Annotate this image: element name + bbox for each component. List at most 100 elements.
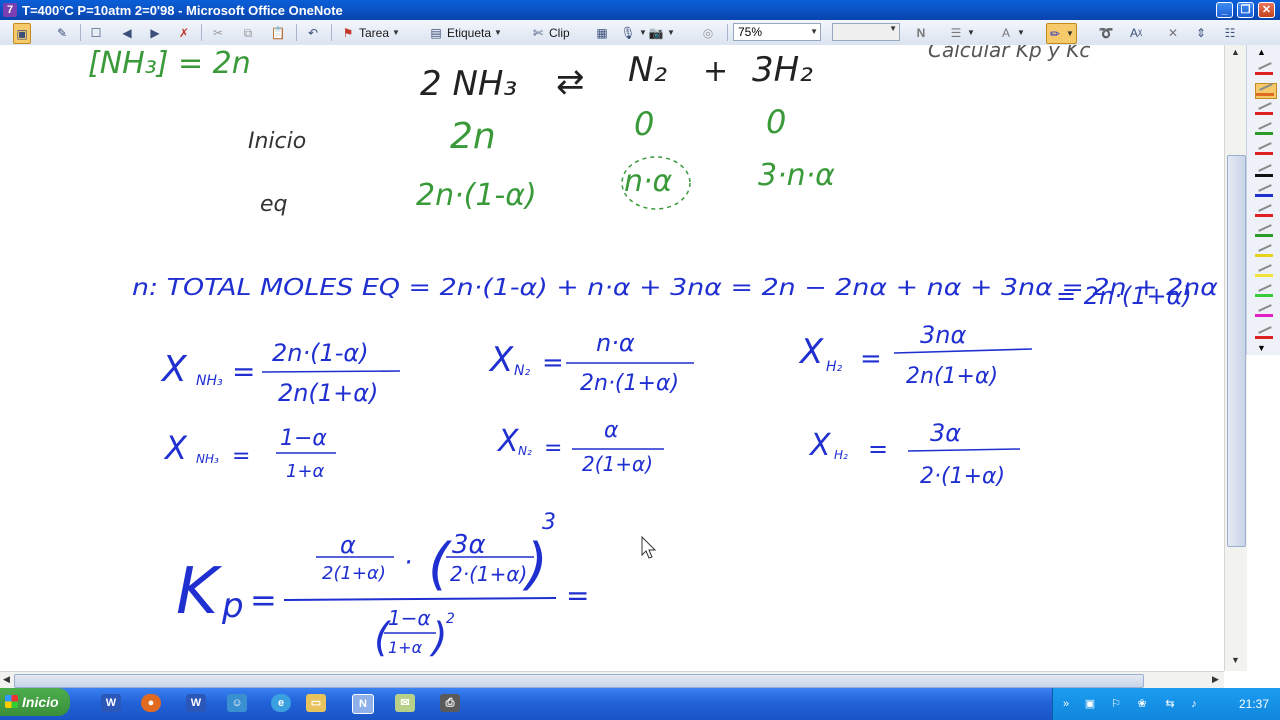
- standard-toolbar: ▣ ✎ ☐ ◀ ▶ ✗ ✂ ⧉ 📋 ↶ ⚑ Tarea ▼ ▤ Etiqueta ▼ ✄…: [0, 20, 1280, 46]
- horizontal-scrollbar[interactable]: ◀ ▶: [0, 671, 1224, 689]
- pen-red[interactable]: [1255, 142, 1275, 157]
- hw-kp-paren-close: ): [429, 615, 448, 661]
- font-select[interactable]: ▼: [832, 23, 900, 41]
- chat-icon[interactable]: ❀: [1135, 697, 1149, 711]
- camera-icon: 📷: [648, 25, 664, 40]
- label-button[interactable]: ▤ Etiqueta ▼: [428, 23, 502, 42]
- hw-kp-sub: p: [221, 586, 244, 626]
- pen-green[interactable]: [1255, 284, 1275, 299]
- pen-green[interactable]: [1255, 122, 1275, 137]
- connection-icon[interactable]: ⇆: [1163, 697, 1177, 711]
- hw-eq-h2: 3·n·α: [758, 158, 835, 193]
- bullets-button[interactable]: ☰ ▼: [948, 23, 975, 42]
- note-canvas[interactable]: [NH₃] = 2n Calcular Kp y Kc 2 NH₃ ⇄ N₂ +…: [0, 45, 1224, 671]
- minimize-icon[interactable]: _: [1216, 2, 1233, 18]
- messenger-icon[interactable]: ☺: [227, 694, 247, 712]
- system-tray: » ▣ ⚐ ❀ ⇆ ♪ 21:37: [1052, 688, 1280, 720]
- paste-button[interactable]: 📋: [270, 23, 286, 42]
- flag-tray-icon[interactable]: ⚐: [1109, 697, 1123, 711]
- pen-red[interactable]: [1255, 326, 1275, 341]
- insert-space-button[interactable]: ⇕: [1193, 23, 1209, 42]
- toolbar-separator: [727, 24, 728, 41]
- hw-kp-den-den: 1+α: [388, 638, 423, 657]
- pen-green[interactable]: [1255, 224, 1275, 239]
- word-doc-icon[interactable]: W: [186, 694, 206, 712]
- volume-icon[interactable]: ♪: [1187, 697, 1201, 711]
- hw-label-eq: eq: [260, 192, 288, 217]
- pen-color-button[interactable]: ✏ ▼: [1046, 23, 1077, 44]
- vertical-scrollbar[interactable]: ▲ ▼: [1224, 45, 1247, 671]
- folder-icon[interactable]: ▭: [306, 694, 326, 712]
- vertical-scroll-thumb[interactable]: [1227, 155, 1246, 547]
- toolbar-separator: [296, 24, 297, 41]
- tag-button[interactable]: ⚑ Tarea ▼: [340, 23, 400, 42]
- copy-button[interactable]: ⧉: [240, 23, 256, 42]
- network-icon[interactable]: ▣: [1083, 697, 1097, 711]
- printer-icon[interactable]: ⎙: [440, 694, 460, 712]
- research-button[interactable]: ◎: [700, 23, 716, 42]
- restore-icon[interactable]: ❐: [1237, 2, 1254, 18]
- delete-button[interactable]: ✗: [176, 23, 192, 42]
- delete-icon: ✗: [178, 25, 190, 40]
- pen-orange-selected[interactable]: [1255, 83, 1277, 99]
- pen-blue[interactable]: [1255, 184, 1275, 199]
- firefox-icon[interactable]: ●: [141, 694, 161, 712]
- back-button[interactable]: ◀: [119, 23, 135, 42]
- font-color-button[interactable]: A ▼: [998, 23, 1025, 42]
- horizontal-scroll-thumb[interactable]: [14, 674, 1144, 688]
- zoom-select[interactable]: 75% ▼: [733, 23, 821, 41]
- eraser-button[interactable]: ✕: [1165, 23, 1181, 42]
- onenote-task-icon[interactable]: N: [352, 694, 374, 714]
- hw-frac5-x: X: [496, 424, 520, 459]
- pen-red[interactable]: [1255, 62, 1275, 77]
- new-page-button[interactable]: ☐: [88, 23, 104, 42]
- close-icon[interactable]: ✕: [1258, 2, 1275, 18]
- pen-yellow[interactable]: [1255, 264, 1275, 279]
- tray-expand-icon[interactable]: »: [1059, 697, 1073, 711]
- internet-explorer-icon[interactable]: e: [271, 694, 291, 712]
- pen-icon: ✏: [1049, 26, 1061, 41]
- hw-kp-t1-den: 2(1+α): [322, 563, 386, 584]
- hw-frac3-x: X: [798, 332, 824, 372]
- full-page-view-button[interactable]: ▣: [13, 23, 31, 44]
- hw-frac5-den: 2(1+α): [582, 452, 653, 476]
- undo-button[interactable]: ↶: [305, 23, 321, 42]
- scroll-up-icon[interactable]: ▲: [1228, 47, 1243, 61]
- bold-button[interactable]: N: [913, 23, 929, 42]
- pen-yellow[interactable]: [1255, 244, 1275, 259]
- onenote-app-icon[interactable]: 7: [3, 3, 17, 17]
- table-button[interactable]: ▦: [594, 23, 610, 42]
- scroll-left-icon[interactable]: ◀: [3, 674, 10, 685]
- flag-icon: ⚑: [342, 25, 354, 40]
- chevron-down-icon: ▼: [967, 28, 975, 37]
- hw-corner-conc: [NH₃] = 2n: [88, 46, 251, 81]
- pen-magenta[interactable]: [1255, 304, 1275, 319]
- pen-black[interactable]: [1255, 164, 1275, 179]
- palette-up-icon[interactable]: ▲: [1257, 47, 1266, 57]
- cut-button[interactable]: ✂: [210, 23, 226, 42]
- hw-kp-t1-num: α: [340, 531, 356, 559]
- hw-equals: =: [232, 444, 250, 469]
- palette-down-icon[interactable]: ▼: [1257, 343, 1266, 353]
- zoom-value: 75%: [738, 25, 763, 39]
- hw-top-right: Calcular Kp y Kc: [928, 45, 1090, 62]
- start-button[interactable]: Inicio: [0, 688, 70, 716]
- scroll-right-icon[interactable]: ▶: [1212, 674, 1219, 685]
- hw-frac2-num: n·α: [596, 329, 635, 357]
- pen-red[interactable]: [1255, 204, 1275, 219]
- clip-button[interactable]: ✄ Clip: [530, 23, 570, 42]
- ink-to-text-button[interactable]: Aᵡ: [1128, 23, 1144, 42]
- notes-icon[interactable]: ✉: [395, 694, 415, 712]
- pen-mode-button[interactable]: ✎: [54, 23, 70, 42]
- video-button[interactable]: 📷 ▼: [648, 23, 675, 42]
- pen-red[interactable]: [1255, 102, 1275, 117]
- hw-product2: 3H₂: [752, 50, 813, 90]
- page-list-button[interactable]: ☷: [1222, 23, 1238, 42]
- copy-icon: ⧉: [243, 25, 253, 40]
- scroll-down-icon[interactable]: ▼: [1228, 655, 1243, 669]
- lasso-select-button[interactable]: ➰: [1098, 23, 1114, 42]
- audio-button[interactable]: 🎙 ▼: [620, 23, 647, 42]
- word-icon[interactable]: W: [101, 694, 121, 712]
- forward-button[interactable]: ▶: [147, 23, 163, 42]
- hw-frac5-num: α: [604, 418, 619, 443]
